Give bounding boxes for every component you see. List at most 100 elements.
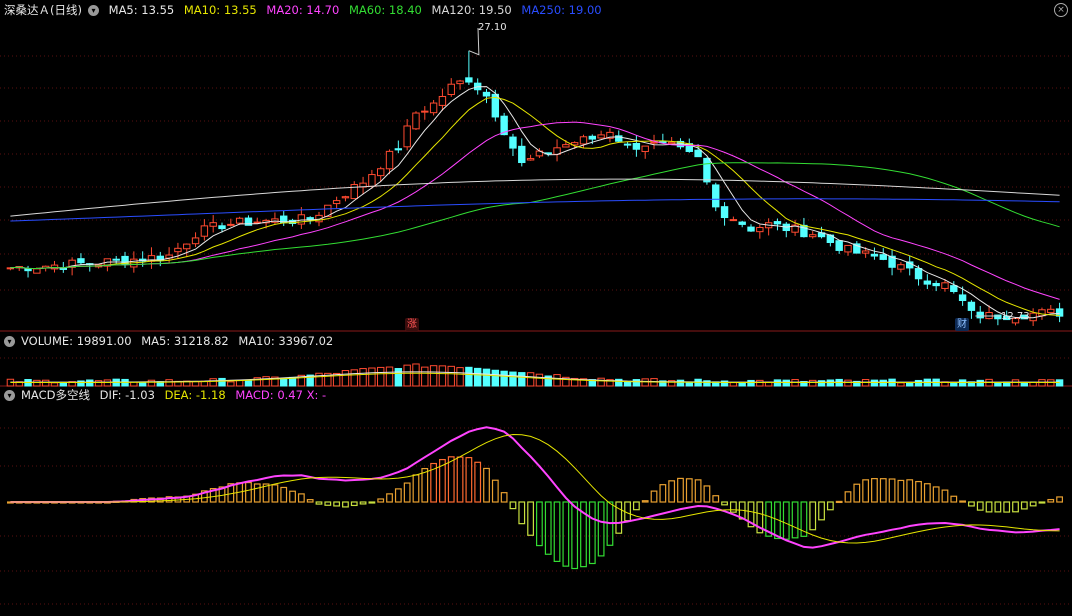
candle	[403, 119, 411, 151]
grid-lines	[0, 55, 1072, 605]
macd-bar-positive	[491, 479, 499, 503]
volume-bar	[676, 379, 685, 387]
volume-bar	[33, 379, 41, 387]
macd-bar-negative	[553, 501, 561, 562]
macd-bar-positive	[677, 477, 684, 503]
candle-body	[235, 217, 244, 224]
dea-readout: DEA: -1.18	[164, 388, 226, 402]
candle	[421, 106, 429, 120]
volume-bar	[976, 379, 984, 387]
macd-bar-negative	[1003, 501, 1011, 513]
volume-bar	[227, 381, 235, 387]
ma10-readout: MA10: 13.55	[183, 3, 257, 17]
macd-dropdown-icon[interactable]: ▾	[4, 390, 15, 401]
candle	[809, 231, 817, 239]
candle-body	[897, 264, 905, 270]
volume-bar	[535, 373, 544, 387]
candle	[967, 300, 976, 319]
candle	[465, 50, 473, 85]
candle-body	[438, 96, 447, 106]
macd-panel[interactable]	[7, 426, 1063, 570]
high-price-mark: 27.10	[478, 22, 507, 33]
ma20-line	[10, 121, 1060, 300]
macd-readout: MACD: 0.47 X: -	[235, 388, 327, 402]
candle	[456, 79, 464, 90]
candle	[359, 176, 367, 195]
candle-body	[227, 223, 235, 226]
candle	[853, 241, 861, 254]
candle	[77, 253, 85, 265]
macd-bar-negative	[342, 501, 349, 508]
candle-body	[756, 226, 764, 233]
ma5-readout: MA5: 13.55	[108, 3, 175, 17]
tag-cai[interactable]: 财	[955, 318, 969, 331]
candle	[482, 88, 491, 104]
macd-bar-negative	[588, 501, 596, 565]
volume-bar	[368, 367, 376, 387]
macd-bar-negative	[624, 501, 631, 522]
volume-bar	[41, 379, 50, 387]
candle-body	[191, 237, 200, 245]
ma60-readout: MA60: 18.40	[348, 3, 422, 17]
candle-body	[332, 200, 341, 205]
macd-bar-positive	[659, 484, 667, 503]
macd-bar-positive	[862, 479, 870, 503]
macd-bar-positive	[377, 498, 385, 503]
candle	[835, 240, 843, 254]
volume-bar	[165, 379, 173, 387]
volume-bar	[994, 382, 1002, 387]
candle-body	[958, 294, 967, 302]
candle	[209, 215, 217, 233]
ma250-readout: MA250: 19.00	[521, 3, 602, 17]
volume-bar	[50, 382, 59, 387]
macd-bar-negative	[527, 501, 534, 536]
volume-bar	[94, 380, 103, 387]
macd-bar-negative	[324, 501, 332, 506]
volume-bar	[597, 377, 605, 387]
macd-bar-positive	[297, 493, 305, 503]
macd-bar-negative	[615, 501, 623, 534]
candle	[888, 249, 896, 276]
ma20-readout: MA20: 14.70	[266, 3, 340, 17]
volume-dropdown-icon[interactable]: ▾	[4, 336, 15, 347]
macd-bar-negative	[721, 501, 728, 506]
macd-bar-negative	[359, 501, 367, 505]
volume-bar	[403, 364, 411, 387]
dropdown-icon[interactable]: ▾	[87, 5, 99, 16]
candle	[932, 280, 940, 292]
candle-body	[579, 136, 588, 145]
tag-zhang[interactable]: 涨	[405, 318, 419, 331]
candle-body	[712, 184, 720, 208]
candle	[703, 157, 711, 185]
volume-ma5-readout: MA5: 31218.82	[141, 334, 229, 348]
candle-body	[976, 311, 984, 319]
volume-panel[interactable]	[6, 363, 1064, 387]
candle	[253, 217, 261, 224]
candle-body	[667, 141, 676, 145]
volume-bar	[747, 379, 755, 387]
close-icon[interactable]: ×	[1054, 3, 1068, 17]
volume-bar	[235, 379, 244, 387]
candle-body	[183, 243, 191, 250]
macd-bar-negative	[976, 501, 984, 511]
volume-bar	[209, 378, 217, 387]
candle	[844, 244, 852, 256]
volume-bar	[756, 379, 764, 387]
candle	[191, 232, 200, 248]
candle	[394, 140, 403, 154]
candle-body	[403, 125, 411, 148]
price-panel[interactable]	[6, 27, 1064, 326]
macd-bar-negative	[562, 501, 570, 567]
candle-body	[835, 240, 843, 251]
volume-bar	[518, 372, 526, 387]
ma10-line	[10, 96, 1060, 316]
macd-bar-negative	[791, 501, 799, 539]
macd-bar-negative	[826, 501, 834, 511]
macd-bar-negative	[782, 501, 790, 540]
stock-name: 深桑达Ａ(日线)	[4, 3, 82, 17]
macd-bar-positive	[879, 478, 887, 503]
candle-body	[465, 77, 473, 83]
candle-body	[720, 206, 729, 219]
volume-bar	[526, 372, 535, 387]
macd-bar-negative	[536, 501, 543, 547]
